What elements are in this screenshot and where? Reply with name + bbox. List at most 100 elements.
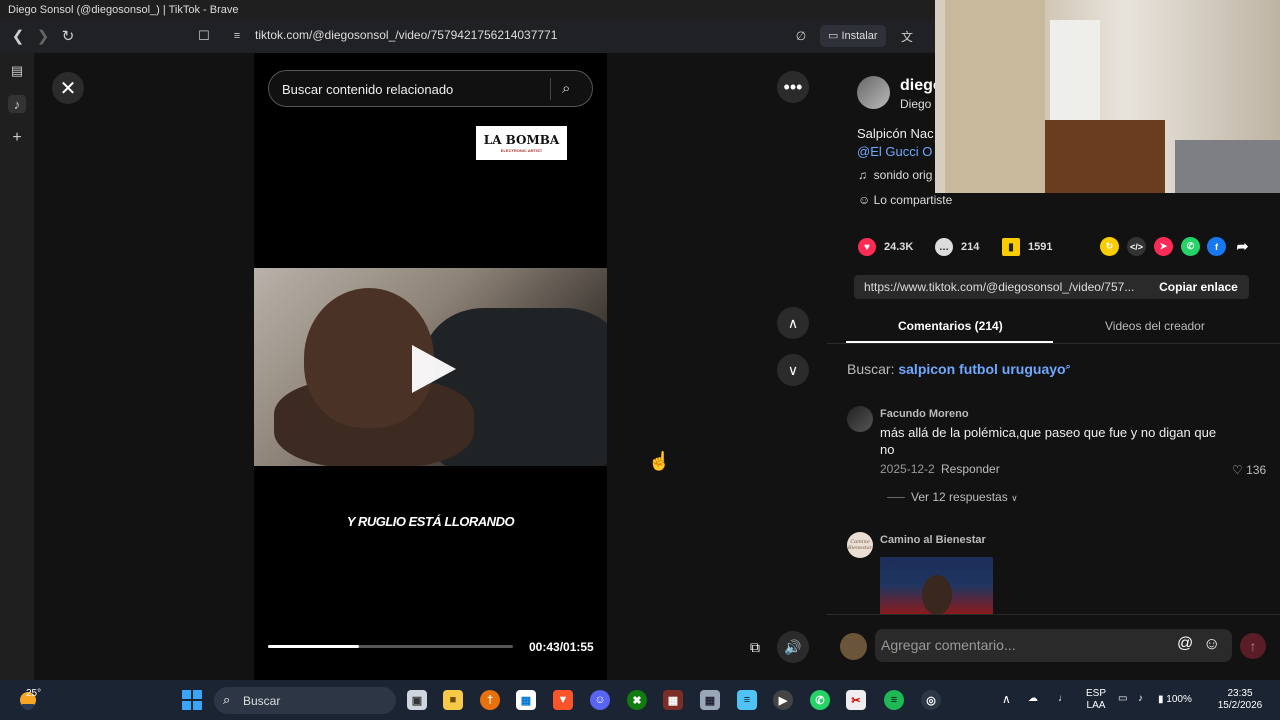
brave-icon[interactable]: ▼ — [553, 690, 573, 710]
sidebar-panel-icon[interactable]: ▤ — [8, 62, 26, 80]
onedrive-icon[interactable]: ☁ — [1028, 693, 1038, 705]
store-icon[interactable]: ▦ — [516, 690, 536, 710]
file-explorer-icon[interactable]: ■ — [443, 690, 463, 710]
progress-bar[interactable] — [268, 645, 513, 648]
back-icon[interactable]: ❮ — [6, 24, 30, 48]
spotify-icon[interactable]: ≡ — [884, 690, 904, 710]
install-app-button[interactable]: ▭ Instalar — [820, 25, 886, 47]
comment-author[interactable]: Camino al Bienestar — [880, 534, 986, 546]
clock-time: 23:35 — [1227, 688, 1253, 699]
save-count: 1591 — [1028, 241, 1053, 253]
logo-text: LA BOMBA — [483, 133, 560, 147]
mention-icon[interactable]: @ — [1177, 635, 1193, 653]
related-search-input[interactable]: Buscar contenido relacionado — [282, 82, 453, 97]
comment-date: 2025-12-2 — [880, 462, 935, 476]
comment-image[interactable] — [880, 557, 993, 614]
obs-icon[interactable]: ◎ — [921, 690, 941, 710]
xbox-icon[interactable]: ✖ — [627, 690, 647, 710]
floating-player-icon[interactable]: ⧉ — [739, 631, 771, 663]
tab-active-underline — [846, 341, 1053, 343]
repost-icon[interactable]: ↻ — [1100, 237, 1119, 256]
whatsapp-icon[interactable]: ✆ — [1181, 237, 1200, 256]
reply-button[interactable]: Responder — [941, 462, 1000, 476]
start-icon[interactable] — [182, 690, 202, 710]
next-video-button[interactable]: ∨ — [777, 354, 809, 386]
embed-icon[interactable]: </> — [1127, 237, 1146, 256]
arrow-up-icon: ↑ — [1249, 638, 1257, 654]
tray-chevron-icon[interactable]: ∧ — [1002, 693, 1011, 705]
calculator-icon[interactable]: ▦ — [700, 690, 720, 710]
task-view-icon[interactable]: ▣ — [407, 690, 427, 710]
whatsapp-taskbar-icon[interactable]: ✆ — [810, 690, 830, 710]
facebook-icon[interactable]: f — [1207, 237, 1226, 256]
lang-top: ESP — [1086, 688, 1107, 699]
chevron-down-icon: ∨ — [1011, 493, 1018, 503]
notepad-icon[interactable]: ≡ — [737, 690, 757, 710]
comment-text: más allá de la polémica,que paseo que fu… — [880, 425, 1217, 457]
media-off-icon[interactable]: ∅ — [789, 24, 813, 48]
heart-icon[interactable]: ♥ — [858, 238, 876, 256]
tab-comments[interactable]: Comentarios (214) — [898, 319, 1003, 333]
comment-avatar-camino[interactable]: Camino Bienestar — [847, 532, 873, 558]
video-time: 00:43/01:55 — [529, 640, 594, 654]
tiktok-icon[interactable]: ♪ — [8, 95, 26, 113]
comment-heart-icon[interactable]: ♡ — [1232, 463, 1243, 477]
app-orange-icon[interactable]: † — [480, 690, 500, 710]
close-button[interactable]: ✕ — [52, 72, 84, 104]
search-suggestion-query[interactable]: salpicon futbol uruguayo — [898, 361, 1065, 377]
author-avatar[interactable] — [857, 76, 890, 109]
comment-avatar[interactable] — [847, 406, 873, 432]
post-mention[interactable]: @El Gucci O — [857, 144, 932, 159]
app-grid-icon[interactable]: ▦ — [663, 690, 683, 710]
post-description: Salpicón Nac — [857, 126, 934, 141]
comment-input-box[interactable]: Agregar comentario... @ ☺ — [875, 629, 1232, 662]
previous-video-button[interactable]: ∧ — [777, 307, 809, 339]
forward-icon[interactable]: ❯ — [31, 24, 55, 48]
la-bomba-logo: LA BOMBA ELECTRONIC ARTIST — [476, 126, 567, 160]
bookmark-icon[interactable]: ☐ — [192, 24, 216, 48]
comment-input[interactable]: Agregar comentario... — [881, 637, 1016, 653]
network-icon[interactable]: ▭ — [1118, 693, 1127, 705]
comment-stat[interactable]: … 214 — [935, 237, 979, 257]
snipping-tool-icon[interactable]: ✂ — [846, 690, 866, 710]
taskbar-search[interactable]: ⌕ Buscar — [214, 687, 396, 714]
like-stat[interactable]: ♥ 24.3K — [858, 237, 913, 257]
comment-author[interactable]: Facundo Moreno — [880, 408, 969, 420]
tab-creator-videos[interactable]: Videos del creador — [1105, 319, 1205, 333]
send-to-friends-icon[interactable]: ➤ — [1154, 237, 1173, 256]
send-comment-button[interactable]: ↑ — [1240, 633, 1266, 659]
microphone-icon[interactable]: ♩ — [1058, 693, 1068, 705]
bookmark-save-icon[interactable]: ▮ — [1002, 238, 1020, 256]
share-more-icon[interactable]: ➦ — [1233, 237, 1252, 256]
language-indicator[interactable]: ESP LAA — [1086, 688, 1106, 712]
taskbar-search-icon: ⌕ — [223, 692, 231, 707]
share-link-field[interactable]: https://www.tiktok.com/@diegosonsol_/vid… — [854, 275, 1148, 299]
emoji-icon[interactable]: ☺ — [1203, 634, 1220, 654]
add-icon[interactable]: + — [8, 129, 26, 147]
webcam-sofa — [1175, 140, 1280, 193]
search-divider — [550, 78, 551, 100]
more-options-button[interactable]: ••• — [777, 71, 809, 103]
temperature: 25° — [26, 688, 42, 699]
save-stat[interactable]: ▮ 1591 — [1002, 237, 1052, 257]
search-suggestion[interactable]: Buscar: salpicon futbol uruguayo⌕ — [847, 361, 1071, 377]
comment-like[interactable]: ♡ 136 — [1232, 463, 1266, 477]
url-field[interactable]: tiktok.com/@diegosonsol_/video/757942175… — [255, 28, 557, 42]
comment-icon[interactable]: … — [935, 238, 953, 256]
related-search-box[interactable]: Buscar contenido relacionado ⌕ — [268, 70, 593, 107]
search-icon[interactable]: ⌕ — [562, 80, 570, 97]
translate-icon[interactable]: 文 — [895, 24, 919, 48]
battery-indicator[interactable]: ▮ 100% — [1158, 694, 1192, 706]
site-settings-icon[interactable]: ≡ — [225, 24, 249, 48]
view-replies-button[interactable]: Ver 12 respuestas ∨ — [887, 490, 1018, 504]
post-music[interactable]: ♫ sonido orig — [858, 168, 932, 182]
volume-icon[interactable]: 🔊 — [777, 631, 809, 663]
media-player-icon[interactable]: ▶ — [773, 690, 793, 710]
reload-icon[interactable]: ↻ — [56, 24, 80, 48]
shared-avatars-icon: ☺ — [858, 193, 871, 207]
play-icon[interactable] — [412, 345, 456, 393]
speaker-icon[interactable]: ♪ — [1138, 693, 1143, 705]
clock[interactable]: 23:35 15/2/2026 — [1214, 688, 1266, 712]
discord-icon[interactable]: ☺ — [590, 690, 610, 710]
copy-link-button[interactable]: Copiar enlace — [1148, 275, 1249, 299]
